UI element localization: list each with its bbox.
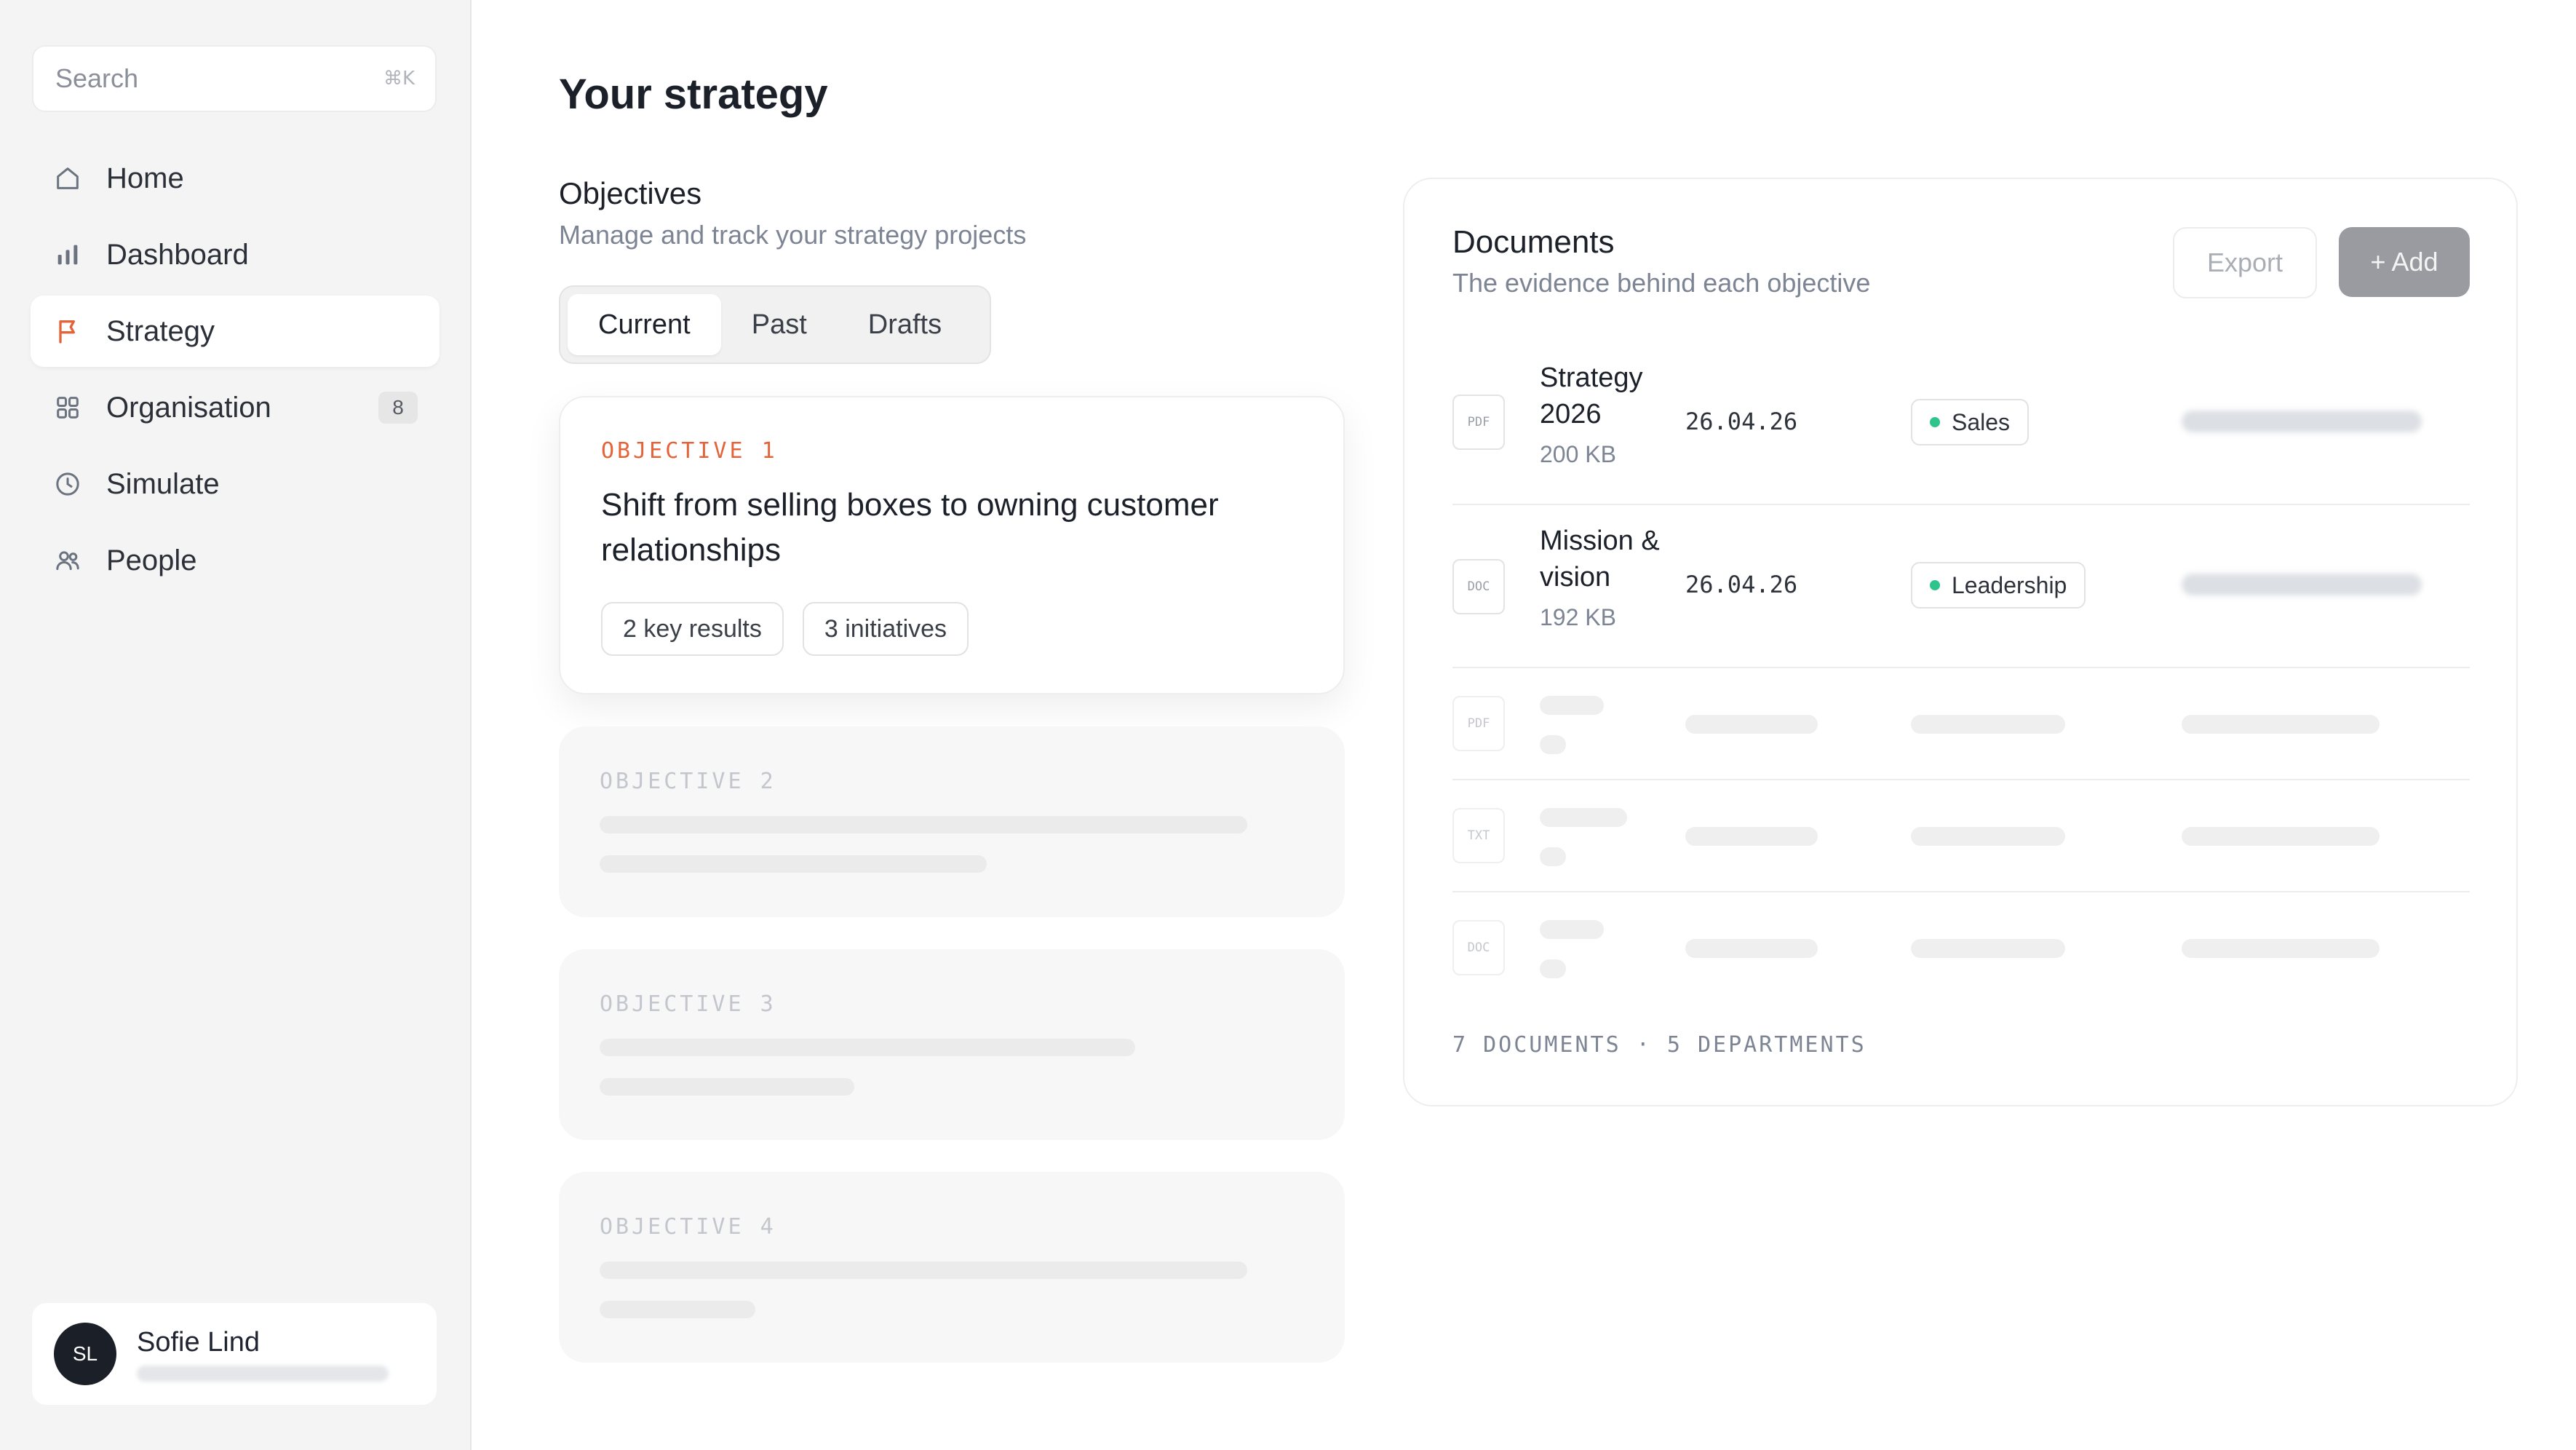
documents-panel: Documents The evidence behind each objec… bbox=[1403, 178, 2518, 1106]
sidebar-item-label: Organisation bbox=[106, 391, 271, 424]
objective-card-placeholder: OBJECTIVE 2 bbox=[559, 726, 1345, 917]
key-results-chip[interactable]: 2 key results bbox=[601, 602, 784, 656]
table-row[interactable]: DOC Mission & vision 192 KB 26.04.26 Lea… bbox=[1452, 505, 2470, 668]
department-tag: Sales bbox=[1911, 399, 2030, 445]
status-dot bbox=[1930, 417, 1940, 427]
skeleton-line bbox=[1911, 715, 2065, 734]
table-row-placeholder: DOC bbox=[1452, 892, 2470, 1005]
sidebar-item-organisation[interactable]: Organisation 8 bbox=[31, 372, 440, 443]
skeleton-line bbox=[1540, 959, 1566, 978]
user-email-blurred bbox=[137, 1365, 389, 1382]
tab-past[interactable]: Past bbox=[721, 294, 838, 355]
document-size: 192 KB bbox=[1540, 604, 1616, 630]
objective-chips: 2 key results 3 initiatives bbox=[601, 602, 1303, 656]
search-placeholder: Search bbox=[55, 63, 139, 93]
flag-icon bbox=[52, 316, 83, 346]
skeleton-line bbox=[600, 816, 1247, 833]
sidebar-item-label: Strategy bbox=[106, 314, 215, 347]
doc-file-icon: DOC bbox=[1452, 559, 1505, 614]
objective-kicker: OBJECTIVE 2 bbox=[600, 769, 776, 794]
skeleton-line bbox=[600, 1078, 854, 1096]
objectives-subtitle: Manage and track your strategy projects bbox=[559, 220, 1027, 250]
skeleton-line bbox=[2182, 939, 2380, 958]
documents-subtitle: The evidence behind each objective bbox=[1452, 268, 1871, 298]
objective-card[interactable]: OBJECTIVE 1 Shift from selling boxes to … bbox=[559, 396, 1345, 694]
document-name: Mission & vision bbox=[1540, 526, 1660, 593]
sidebar-item-people[interactable]: People bbox=[31, 525, 440, 596]
sidebar-item-label: People bbox=[106, 544, 197, 577]
skeleton-line bbox=[600, 855, 987, 873]
sidebar: Search ⌘K Home Dashboard Strategy Organi… bbox=[0, 0, 472, 1450]
sidebar-item-strategy[interactable]: Strategy bbox=[31, 296, 440, 367]
grid-icon bbox=[52, 392, 83, 423]
search-shortcut: ⌘K bbox=[383, 68, 415, 90]
user-profile[interactable]: SL Sofie Lind bbox=[32, 1303, 437, 1405]
tab-drafts[interactable]: Drafts bbox=[838, 294, 972, 355]
sidebar-item-label: Simulate bbox=[106, 467, 220, 500]
pdf-file-icon: PDF bbox=[1452, 696, 1505, 751]
documents-summary: 7 DOCUMENTS · 5 DEPARTMENTS bbox=[1452, 1032, 1867, 1058]
export-button[interactable]: Export bbox=[2173, 227, 2317, 298]
skeleton-line bbox=[2182, 827, 2380, 846]
count-badge: 8 bbox=[378, 392, 418, 424]
sidebar-nav: Home Dashboard Strategy Organisation 8 S… bbox=[31, 143, 440, 601]
table-row[interactable]: PDF Strategy 2026 200 KB 26.04.26 Sales bbox=[1452, 344, 2470, 505]
skeleton-line bbox=[1685, 715, 1818, 734]
department-label: Sales bbox=[1952, 408, 2011, 435]
user-name: Sofie Lind bbox=[137, 1326, 261, 1358]
objective-kicker: OBJECTIVE 4 bbox=[600, 1214, 776, 1240]
status-dot bbox=[1930, 580, 1940, 590]
objectives-tabs: Current Past Drafts bbox=[559, 285, 991, 364]
skeleton-line bbox=[1540, 920, 1604, 939]
txt-file-icon: TXT bbox=[1452, 808, 1505, 863]
contributor-blurred bbox=[2182, 574, 2422, 595]
document-name: Strategy 2026 bbox=[1540, 362, 1643, 429]
objectives-title: Objectives bbox=[559, 176, 702, 210]
pdf-file-icon: PDF bbox=[1452, 395, 1505, 450]
objective-kicker: OBJECTIVE 1 bbox=[601, 438, 778, 464]
sidebar-item-label: Home bbox=[106, 162, 184, 194]
search-input[interactable]: Search ⌘K bbox=[32, 45, 437, 112]
department-label: Leadership bbox=[1952, 571, 2067, 598]
table-row-placeholder: TXT bbox=[1452, 780, 2470, 892]
department-tag: Leadership bbox=[1911, 562, 2086, 609]
document-date: 26.04.26 bbox=[1685, 571, 1798, 598]
objective-kicker: OBJECTIVE 3 bbox=[600, 991, 776, 1017]
page-title: Your strategy bbox=[559, 71, 828, 118]
sidebar-item-label: Dashboard bbox=[106, 238, 249, 271]
avatar: SL bbox=[54, 1323, 116, 1385]
clock-icon bbox=[52, 469, 83, 499]
sidebar-item-dashboard[interactable]: Dashboard bbox=[31, 219, 440, 290]
skeleton-line bbox=[600, 1261, 1247, 1279]
documents-title: Documents bbox=[1452, 224, 1615, 260]
initiatives-chip[interactable]: 3 initiatives bbox=[802, 602, 969, 656]
skeleton-line bbox=[1911, 939, 2065, 958]
skeleton-line bbox=[1540, 847, 1566, 866]
sidebar-item-simulate[interactable]: Simulate bbox=[31, 448, 440, 520]
skeleton-line bbox=[1911, 827, 2065, 846]
contributor-blurred bbox=[2182, 411, 2422, 432]
doc-file-icon: DOC bbox=[1452, 920, 1505, 975]
skeleton-line bbox=[1685, 939, 1818, 958]
objective-card-placeholder: OBJECTIVE 3 bbox=[559, 949, 1345, 1140]
skeleton-line bbox=[1540, 808, 1627, 827]
skeleton-line bbox=[1540, 696, 1604, 715]
document-date: 26.04.26 bbox=[1685, 408, 1798, 435]
sidebar-item-home[interactable]: Home bbox=[31, 143, 440, 214]
bar-chart-icon bbox=[52, 239, 83, 270]
home-icon bbox=[52, 163, 83, 194]
tab-current[interactable]: Current bbox=[568, 294, 721, 355]
skeleton-line bbox=[1540, 735, 1566, 754]
add-document-button[interactable]: + Add bbox=[2339, 227, 2470, 297]
people-icon bbox=[52, 545, 83, 576]
table-row-placeholder: PDF bbox=[1452, 668, 2470, 780]
skeleton-line bbox=[600, 1301, 755, 1318]
document-size: 200 KB bbox=[1540, 441, 1616, 467]
user-info: Sofie Lind bbox=[137, 1327, 389, 1382]
skeleton-line bbox=[600, 1039, 1135, 1056]
objective-title: Shift from selling boxes to owning custo… bbox=[601, 487, 1219, 568]
objective-card-placeholder: OBJECTIVE 4 bbox=[559, 1172, 1345, 1363]
skeleton-line bbox=[2182, 715, 2380, 734]
skeleton-line bbox=[1685, 827, 1818, 846]
